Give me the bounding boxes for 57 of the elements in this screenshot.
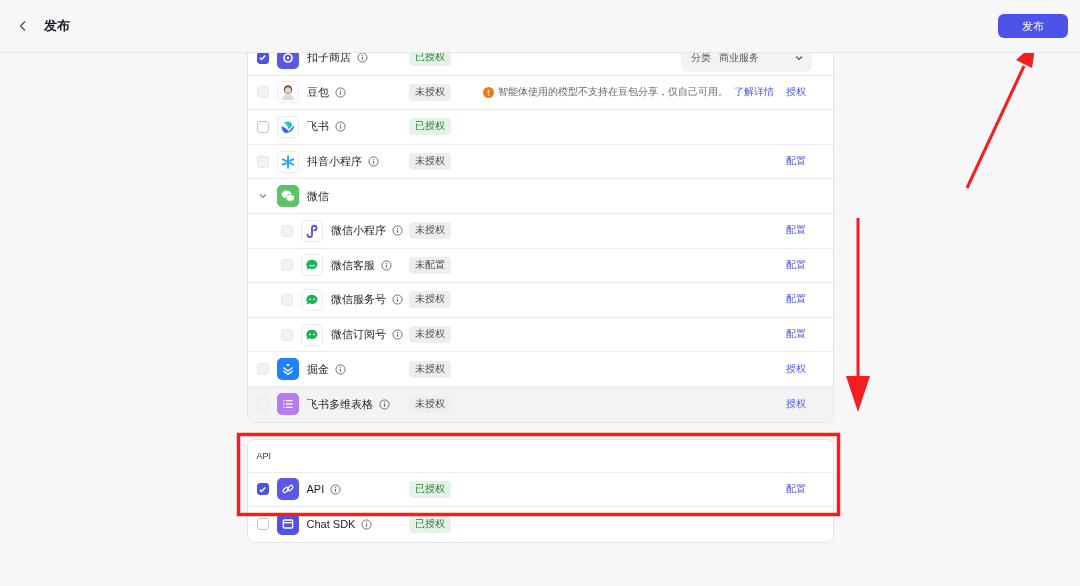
channel-name: 微信服务号 — [330, 292, 386, 308]
link-curve-icon — [300, 219, 323, 242]
list-icon — [276, 393, 299, 416]
group-name: 微信 — [306, 188, 329, 204]
chevron-down-icon — [793, 53, 804, 63]
warning-icon — [482, 86, 494, 98]
chat-bubbles-icon — [276, 185, 299, 208]
chat-bubble-icon — [300, 254, 323, 277]
info-icon[interactable] — [361, 518, 373, 530]
status-tag: 未授权 — [408, 291, 451, 309]
status-tag: 未授权 — [408, 360, 451, 378]
publish-button[interactable]: 发布 — [998, 14, 1068, 38]
channel-name: Chat SDK — [306, 518, 356, 531]
bird-icon — [276, 116, 299, 138]
checkbox[interactable] — [256, 483, 269, 496]
status-tag: 未授权 — [408, 83, 451, 101]
channel-name: 飞书多维表格 — [306, 396, 373, 412]
status-tag: 未授权 — [408, 326, 451, 344]
info-icon[interactable] — [391, 329, 403, 341]
channel-name: 豆包 — [306, 84, 329, 100]
checkbox[interactable] — [256, 53, 269, 64]
status-tag: 未授权 — [408, 222, 451, 240]
info-icon[interactable] — [334, 121, 346, 133]
info-icon[interactable] — [391, 225, 403, 237]
chevrons-icon — [276, 358, 299, 381]
channel-name: 抖音小程序 — [306, 154, 362, 170]
info-icon[interactable] — [330, 483, 342, 495]
channel-name: 微信小程序 — [330, 223, 386, 239]
status-tag: 未授权 — [408, 395, 451, 413]
info-icon[interactable] — [334, 86, 346, 98]
channel-name: 微信客服 — [330, 257, 375, 273]
checkbox[interactable] — [256, 518, 269, 531]
channel-name: 掘金 — [306, 361, 329, 377]
section-title: API — [256, 450, 271, 461]
status-tag: 已授权 — [408, 480, 451, 498]
channel-name: 飞书 — [306, 119, 329, 135]
status-tag: 已授权 — [408, 118, 451, 136]
info-icon[interactable] — [391, 294, 403, 306]
category-select[interactable]: 分类 商业服务 — [680, 53, 812, 72]
channel-name: API — [306, 483, 325, 496]
checkbox[interactable] — [256, 121, 269, 133]
info-icon[interactable] — [356, 53, 368, 64]
asterisk-icon — [276, 150, 299, 173]
status-tag: 未配置 — [408, 256, 451, 274]
status-tag: 未授权 — [408, 153, 451, 171]
info-icon[interactable] — [334, 363, 346, 375]
avatar-icon — [276, 81, 299, 104]
chat-bubble-icon — [300, 288, 323, 311]
status-tag: 已授权 — [408, 53, 451, 67]
action-link[interactable]: 配置 — [785, 482, 806, 496]
warning-text: 智能体使用的模型不支持在豆包分享，仅自己可用。 — [497, 85, 728, 99]
info-icon[interactable] — [367, 156, 379, 168]
chat-bubble-icon — [300, 323, 323, 346]
link-icon — [276, 478, 299, 501]
channel-name: 微信订阅号 — [330, 327, 386, 343]
info-icon[interactable] — [380, 259, 392, 271]
page-title: 发布 — [44, 17, 71, 35]
